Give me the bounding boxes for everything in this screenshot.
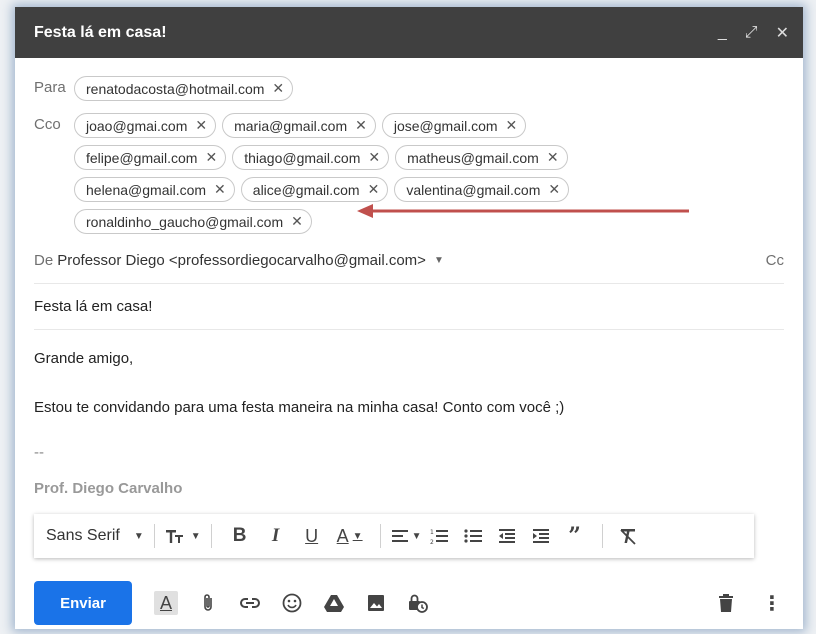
recipient-chip[interactable]: alice@gmail.com ✕	[240, 177, 389, 202]
recipient-email: ronaldinho_gaucho@gmail.com	[86, 213, 284, 230]
font-dropdown-icon[interactable]: ▼	[134, 521, 144, 551]
close-icon[interactable]: ✕	[776, 23, 789, 43]
recipient-chip[interactable]: renatodacosta@hotmail.com ✕	[74, 76, 294, 101]
quote-icon[interactable]: ”	[558, 521, 592, 551]
remove-recipient-icon[interactable]: ✕	[195, 117, 207, 134]
more-options-icon[interactable]: ⋮	[760, 591, 784, 615]
formatting-options-icon[interactable]: A	[154, 591, 178, 615]
italic-icon[interactable]: I	[258, 521, 294, 551]
recipient-chip[interactable]: valentina@gmail.com ✕	[394, 177, 570, 202]
recipient-email: helena@gmail.com	[86, 181, 207, 198]
recipient-email: maria@gmail.com	[234, 117, 348, 134]
recipient-chip[interactable]: joao@gmai.com ✕	[74, 113, 217, 138]
message-body[interactable]: Grande amigo, Estou te convidando para u…	[34, 350, 784, 497]
signature-separator: --	[34, 444, 44, 461]
title-bar: Festa lá em casa! _ ⤢ ✕	[15, 7, 803, 58]
bottom-toolbar: Enviar A ⋮	[15, 577, 803, 629]
remove-recipient-icon[interactable]: ✕	[548, 181, 560, 198]
recipient-chip[interactable]: thiago@gmail.com ✕	[232, 145, 390, 170]
recipient-chip[interactable]: jose@gmail.com ✕	[381, 113, 527, 138]
remove-recipient-icon[interactable]: ✕	[291, 213, 303, 230]
photo-icon[interactable]	[364, 591, 388, 615]
text-color-icon[interactable]: A ▼	[330, 521, 370, 551]
remove-recipient-icon[interactable]: ✕	[547, 149, 559, 166]
recipient-chip[interactable]: matheus@gmail.com ✕	[395, 145, 568, 170]
confidential-mode-icon[interactable]	[406, 591, 430, 615]
remove-recipient-icon[interactable]: ✕	[214, 181, 226, 198]
remove-recipient-icon[interactable]: ✕	[368, 149, 380, 166]
numbered-list-icon[interactable]: 12	[422, 521, 456, 551]
annotation-arrow	[357, 204, 689, 218]
remove-recipient-icon[interactable]: ✕	[272, 80, 284, 97]
minimize-icon[interactable]: _	[718, 24, 727, 42]
align-icon[interactable]: ▼	[391, 521, 422, 551]
delete-icon[interactable]	[714, 591, 738, 615]
recipient-email: jose@gmail.com	[393, 117, 498, 134]
remove-recipient-icon[interactable]: ✕	[368, 181, 380, 198]
recipient-email: valentina@gmail.com	[406, 181, 541, 198]
recipient-chip[interactable]: ronaldinho_gaucho@gmail.com ✕	[74, 209, 312, 234]
recipient-email: felipe@gmail.com	[86, 149, 198, 166]
to-row: Para renatodacosta@hotmail.com ✕	[34, 76, 784, 101]
link-icon[interactable]	[238, 591, 262, 615]
svg-text:1: 1	[430, 529, 434, 536]
caret-down-icon[interactable]: ▼	[434, 255, 444, 266]
recipient-email: alice@gmail.com	[252, 181, 360, 198]
bcc-label: Cco	[34, 116, 61, 133]
bulleted-list-icon[interactable]	[456, 521, 490, 551]
bold-icon[interactable]: B	[222, 521, 258, 551]
fullscreen-icon[interactable]: ⤢	[745, 24, 758, 42]
font-size-icon[interactable]: ▼	[165, 521, 201, 551]
indent-less-icon[interactable]	[490, 521, 524, 551]
recipient-email: matheus@gmail.com	[407, 149, 539, 166]
separator	[153, 524, 155, 548]
attach-icon[interactable]	[196, 591, 220, 615]
separator	[210, 524, 212, 548]
separator	[379, 524, 381, 548]
recipient-chip[interactable]: maria@gmail.com ✕	[222, 113, 376, 138]
drive-icon[interactable]	[322, 591, 346, 615]
to-chips: renatodacosta@hotmail.com ✕	[74, 76, 674, 101]
remove-recipient-icon[interactable]: ✕	[205, 149, 217, 166]
body-message: Estou te convidando para uma festa manei…	[34, 399, 565, 416]
recipient-chip[interactable]: felipe@gmail.com ✕	[74, 145, 227, 170]
window-title: Festa lá em casa!	[34, 23, 167, 41]
recipient-chip[interactable]: helena@gmail.com ✕	[74, 177, 235, 202]
compose-window: Festa lá em casa! _ ⤢ ✕ Para renatodacos…	[15, 7, 803, 629]
cc-button[interactable]: Cc	[766, 252, 784, 269]
recipient-email: thiago@gmail.com	[244, 149, 361, 166]
indent-more-icon[interactable]	[524, 521, 558, 551]
svg-text:2: 2	[430, 539, 434, 545]
from-row: De Professor Diego <professordiegocarval…	[34, 238, 784, 284]
signature: Prof. Diego Carvalho	[34, 480, 183, 497]
to-label: Para	[34, 79, 66, 96]
remove-recipient-icon[interactable]: ✕	[355, 117, 367, 134]
send-button[interactable]: Enviar	[34, 581, 132, 625]
separator	[601, 524, 603, 548]
formatting-toolbar: Sans Serif ▼ ▼ B I U A ▼ ▼ 12 ”	[34, 514, 754, 558]
recipient-email: renatodacosta@hotmail.com	[86, 80, 265, 97]
body-greeting: Grande amigo,	[34, 350, 134, 367]
recipient-email: joao@gmai.com	[86, 117, 188, 134]
emoji-icon[interactable]	[280, 591, 304, 615]
from-select[interactable]: Professor Diego <professordiegocarvalho@…	[57, 252, 426, 269]
remove-recipient-icon[interactable]: ✕	[506, 117, 518, 134]
font-select[interactable]: Sans Serif	[46, 521, 120, 551]
subject-input[interactable]: Festa lá em casa!	[34, 284, 784, 330]
remove-formatting-icon[interactable]	[613, 521, 643, 551]
from-label: De	[34, 252, 54, 269]
underline-icon[interactable]: U	[294, 521, 330, 551]
